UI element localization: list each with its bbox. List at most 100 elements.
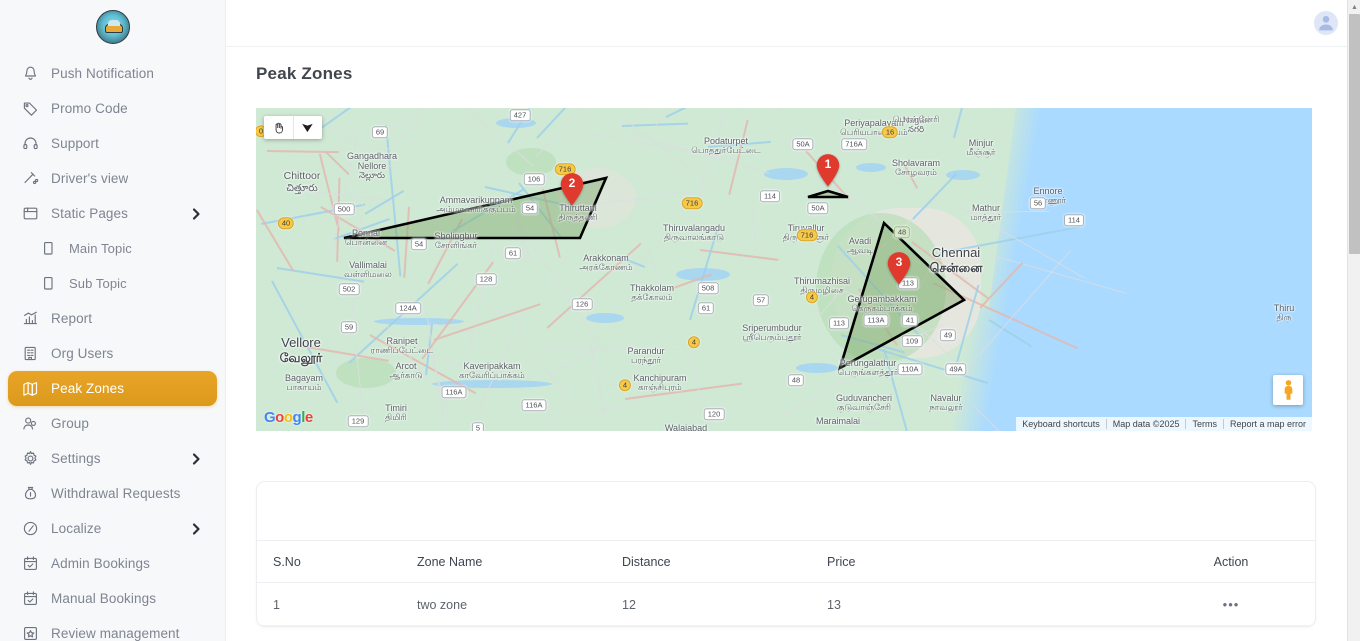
google-map[interactable]: Chittoor చిత్తూరు Gangadhara Nellore నెల్లూర…: [256, 108, 1312, 431]
sidebar-item-peak-zones[interactable]: Peak Zones: [8, 371, 217, 406]
sidebar-item-org-users[interactable]: Org Users: [8, 336, 217, 371]
window-icon: [22, 205, 39, 222]
map-route-shield: 48: [787, 374, 805, 386]
main-content: Peak Zones Chittoor చిత్తూరు Gangadhara …: [226, 0, 1360, 641]
user-avatar-icon[interactable]: [1314, 11, 1338, 35]
map-route-shield: 128: [475, 273, 497, 285]
sidebar-nav: Push Notification Promo Code Support Driver…: [0, 54, 225, 641]
cell-zone-name: two zone: [417, 582, 622, 626]
sidebar-item-static-pages[interactable]: Static Pages: [8, 196, 217, 231]
column-header-action[interactable]: Action: [1147, 540, 1315, 583]
sidebar-item-report[interactable]: Report: [8, 301, 217, 336]
cell-price: 13: [827, 582, 1147, 626]
map-route-shield: 124A: [395, 302, 421, 314]
sidebar-item-label: Main Topic: [69, 241, 132, 256]
sidebar-item-label: Sub Topic: [69, 276, 127, 291]
compass-icon: [22, 520, 39, 537]
zones-table-section: S.No Zone Name Distance Price Action 1 tw…: [226, 431, 1360, 627]
table-toolbar[interactable]: [257, 482, 1315, 540]
sidebar-item-driver-s-view[interactable]: Driver's view: [8, 161, 217, 196]
map-route-shield: 49: [939, 329, 957, 341]
map-route-shield: 427: [509, 109, 531, 121]
sidebar-item-group[interactable]: Group: [8, 406, 217, 441]
sidebar-item-label: Peak Zones: [51, 381, 125, 396]
sidebar-item-settings[interactable]: Settings: [8, 441, 217, 476]
sidebar-item-withdrawal-requests[interactable]: Withdrawal Requests: [8, 476, 217, 511]
users-icon: [22, 415, 39, 432]
chevron-right-icon[interactable]: [189, 522, 203, 536]
scroll-up-arrow-icon[interactable]: ▲: [1348, 0, 1360, 14]
map-attribution-map-data-2025: Map data ©2025: [1105, 419, 1186, 429]
sidebar-item-review-management[interactable]: Review management: [8, 616, 217, 641]
column-header-zone-name[interactable]: Zone Name: [417, 540, 622, 583]
page-scrollbar[interactable]: ▲: [1347, 0, 1360, 641]
map-route-shield: 106: [523, 173, 545, 185]
map-attribution-report-a-map-error[interactable]: Report a map error: [1222, 419, 1312, 429]
map-route-shield: 129: [347, 415, 369, 427]
map-marker-3[interactable]: 3: [886, 251, 912, 285]
row-actions-menu-button[interactable]: •••: [1223, 597, 1240, 612]
polygon-draw-tool-icon[interactable]: [293, 116, 322, 139]
pan-hand-tool-icon[interactable]: [264, 116, 293, 139]
google-logo: Google: [264, 409, 313, 426]
sidebar-item-support[interactable]: Support: [8, 126, 217, 161]
sidebar-item-label: Settings: [51, 451, 101, 466]
zones-table: S.No Zone Name Distance Price Action 1 tw…: [257, 540, 1315, 626]
sidebar-item-promo-code[interactable]: Promo Code: [8, 91, 217, 126]
brand-logo-wrap: [0, 0, 225, 54]
map-route-shield: 61: [504, 247, 522, 259]
map-route-shield: 113A: [863, 314, 889, 326]
taxi-logo-icon[interactable]: [95, 10, 130, 44]
sidebar-item-label: Admin Bookings: [51, 556, 150, 571]
zone-polygon-marker1[interactable]: [807, 189, 849, 199]
map-attribution-terms[interactable]: Terms: [1185, 419, 1223, 429]
table-header-row: S.No Zone Name Distance Price Action: [257, 540, 1315, 583]
table-head: S.No Zone Name Distance Price Action: [257, 540, 1315, 583]
map-route-shield: 69: [371, 126, 389, 138]
peak-zone-polygons[interactable]: [256, 108, 1312, 431]
map-attribution-keyboard-shortcuts[interactable]: Keyboard shortcuts: [1016, 419, 1106, 429]
sidebar-item-admin-bookings[interactable]: Admin Bookings: [8, 546, 217, 581]
steering-icon: [22, 170, 39, 187]
map-route-shield: 116A: [521, 399, 547, 411]
sidebar-item-label: Promo Code: [51, 101, 128, 116]
scrollbar-thumb[interactable]: [1349, 14, 1360, 254]
doc-icon: [40, 240, 57, 257]
map-drawing-toolbar[interactable]: [264, 116, 322, 139]
map-marker-2[interactable]: 2: [559, 172, 585, 206]
topbar: [226, 0, 1360, 47]
street-view-pegman-icon[interactable]: [1273, 375, 1303, 405]
map-route-shield: 109: [901, 335, 923, 347]
map-route-shield: 716: [681, 197, 703, 209]
sidebar-item-push-notification[interactable]: Push Notification: [8, 56, 217, 91]
map-route-shield: 56: [1029, 197, 1047, 209]
page-title: Peak Zones: [256, 64, 353, 83]
map-route-shield: 49A: [945, 363, 967, 375]
map-attribution-bar: Keyboard shortcuts Map data ©2025 Terms Rep…: [1016, 417, 1312, 431]
sidebar-item-sub-topic[interactable]: Sub Topic: [8, 266, 217, 301]
moneybag-icon: [22, 485, 39, 502]
sidebar-item-label: Driver's view: [51, 171, 129, 186]
map-route-shield: 48: [893, 226, 911, 238]
map-route-shield: 114: [1064, 214, 1084, 226]
map-route-shield: 61: [697, 302, 715, 314]
sidebar-item-main-topic[interactable]: Main Topic: [8, 231, 217, 266]
map-route-shield: 110A: [897, 363, 923, 375]
map-route-shield: 4: [618, 379, 632, 391]
calendar-check-icon: [22, 590, 39, 607]
sidebar-item-manual-bookings[interactable]: Manual Bookings: [8, 581, 217, 616]
column-header-sno[interactable]: S.No: [257, 540, 417, 583]
map-section: Chittoor చిత్తూరు Gangadhara Nellore నెల్లూర…: [226, 84, 1360, 431]
map-route-shield: 50A: [807, 202, 829, 214]
chevron-right-icon[interactable]: [189, 207, 203, 221]
sidebar-item-localize[interactable]: Localize: [8, 511, 217, 546]
map-route-shield: 502: [338, 283, 360, 295]
column-header-distance[interactable]: Distance: [622, 540, 827, 583]
headset-icon: [22, 135, 39, 152]
chevron-right-icon[interactable]: [189, 452, 203, 466]
map-route-shield: 114: [760, 190, 780, 202]
map-route-shield: 40: [277, 217, 295, 229]
column-header-price[interactable]: Price: [827, 540, 1147, 583]
sidebar-item-label: Static Pages: [51, 206, 128, 221]
map-marker-1[interactable]: 1: [815, 153, 841, 187]
